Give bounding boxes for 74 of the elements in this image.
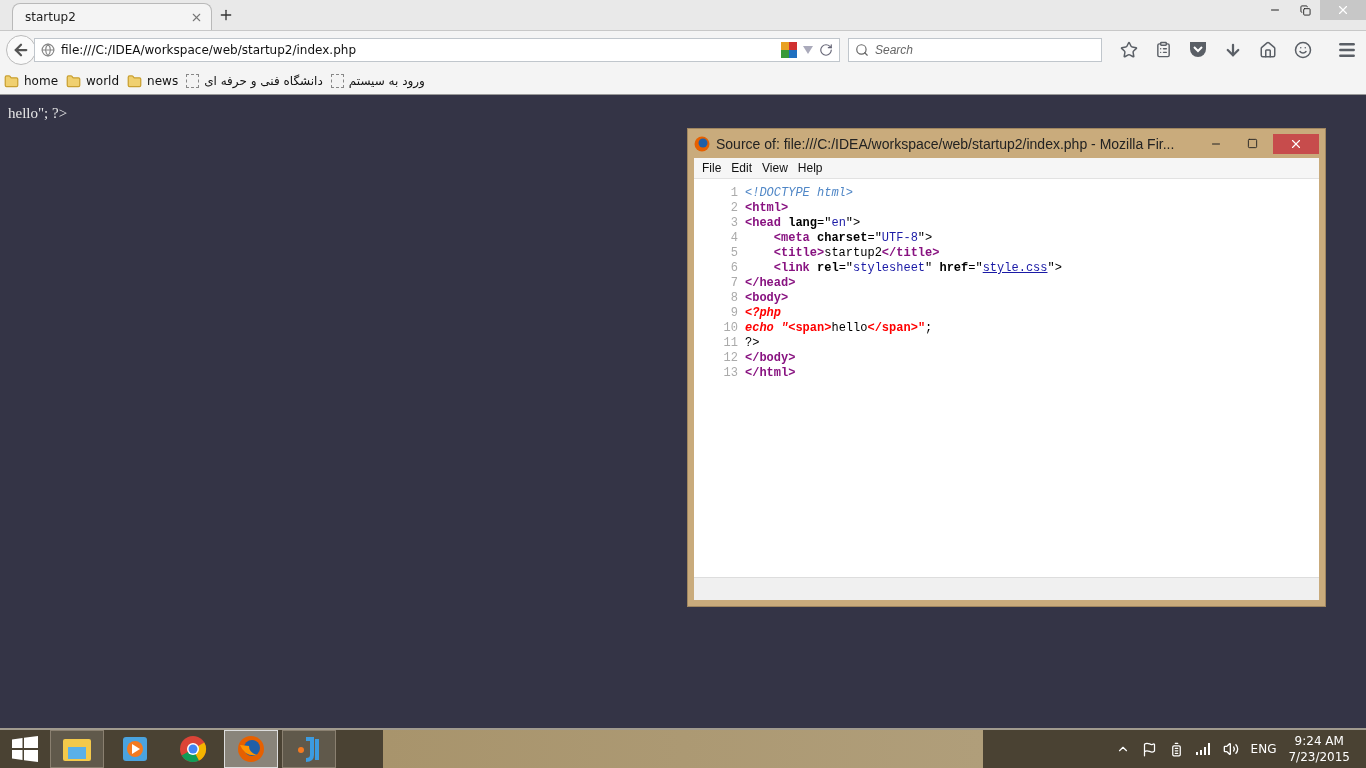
star-icon[interactable] bbox=[1120, 40, 1138, 59]
pocket-icon[interactable] bbox=[1189, 41, 1207, 58]
taskbar-app-button[interactable] bbox=[50, 730, 104, 768]
signal-icon[interactable] bbox=[1195, 743, 1211, 755]
code-line: </html> bbox=[745, 366, 797, 381]
line-number: 9 bbox=[729, 306, 738, 321]
clock-time[interactable]: 9:24 AM bbox=[1294, 733, 1344, 749]
line-number: 10 bbox=[722, 321, 738, 336]
code-line: echo "<span>hello</span>"; bbox=[745, 321, 934, 336]
home-icon[interactable] bbox=[1259, 40, 1277, 59]
new-tab-button[interactable] bbox=[218, 7, 234, 23]
code-line: </body> bbox=[745, 351, 797, 366]
line-number: 5 bbox=[729, 246, 738, 261]
reload-icon[interactable] bbox=[819, 42, 833, 57]
code-line: <title>startup2</title> bbox=[772, 246, 941, 261]
line-number: 8 bbox=[729, 291, 738, 306]
maximize-icon bbox=[1246, 138, 1258, 149]
bookmark-link[interactable]: ورود به سیستم bbox=[330, 74, 425, 88]
close-icon bbox=[1336, 3, 1350, 17]
code-line: ?> bbox=[745, 336, 761, 351]
address-bar[interactable]: file:///C:/IDEA/workspace/web/startup2/index.php bbox=[34, 37, 840, 62]
play-icon bbox=[122, 736, 148, 762]
bookmark-label: ورود به سیستم bbox=[348, 74, 425, 88]
back-button[interactable] bbox=[6, 34, 36, 65]
code-line: <link rel="stylesheet" href="style.css"> bbox=[772, 261, 1063, 276]
code-line: <body> bbox=[745, 291, 790, 306]
folder-icon bbox=[66, 73, 82, 89]
code-line: <head lang="en"> bbox=[745, 216, 862, 231]
line-number: 4 bbox=[729, 231, 738, 246]
flag-icon[interactable] bbox=[1141, 741, 1157, 757]
language-indicator[interactable]: ENG bbox=[1250, 742, 1277, 756]
menu-item[interactable]: Edit bbox=[729, 161, 755, 175]
line-number: 2 bbox=[729, 201, 738, 216]
line-number: 6 bbox=[729, 261, 738, 276]
line-number: 3 bbox=[729, 216, 738, 231]
window-title: Source of: file:///C:/IDEA/workspace/web/startup2/index.php - Mozilla Fir... bbox=[716, 135, 1176, 152]
firefox-icon bbox=[694, 135, 710, 152]
smiley-icon[interactable] bbox=[1294, 40, 1312, 59]
code-line: <?php bbox=[745, 306, 782, 321]
line-number: 7 bbox=[729, 276, 738, 291]
line-number: 12 bbox=[722, 351, 738, 366]
folder-icon bbox=[4, 73, 19, 89]
line-number: 1 bbox=[729, 186, 738, 201]
volume-icon[interactable] bbox=[1222, 741, 1239, 757]
bookmark-label: news bbox=[147, 74, 179, 88]
code-line: </head> bbox=[745, 276, 797, 291]
reading-list-icon[interactable] bbox=[1155, 41, 1172, 58]
line-number: 13 bbox=[722, 366, 738, 381]
page-icon bbox=[186, 74, 200, 88]
clock-date[interactable]: 7/23/2015 bbox=[1288, 749, 1350, 765]
firefox-icon bbox=[237, 735, 265, 763]
menu-item[interactable]: File bbox=[700, 161, 724, 175]
menu-item[interactable]: Help bbox=[795, 161, 825, 175]
code-line: <html> bbox=[745, 201, 790, 216]
bookmark-link[interactable]: world bbox=[66, 73, 120, 89]
menu-item[interactable]: View bbox=[760, 161, 790, 175]
search-field[interactable]: Search bbox=[848, 37, 1102, 62]
code-line: <!DOCTYPE html> bbox=[745, 186, 855, 201]
bookmark-label: world bbox=[86, 74, 120, 88]
bookmark-link[interactable]: news bbox=[127, 73, 179, 89]
code-line: <meta charset="UTF-8"> bbox=[772, 231, 934, 246]
line-number: 11 bbox=[722, 336, 738, 351]
chrome-icon bbox=[179, 735, 207, 763]
bookmark-label: home bbox=[24, 74, 59, 88]
browser-tab[interactable]: startup2 bbox=[12, 3, 212, 30]
windows-logo-icon bbox=[12, 736, 38, 762]
tiles-icon bbox=[781, 41, 797, 58]
globe-icon bbox=[41, 42, 55, 57]
search-icon bbox=[855, 42, 869, 57]
page-icon bbox=[330, 74, 344, 88]
bookmark-link[interactable]: home bbox=[4, 73, 59, 89]
page-text: hello"; ?> bbox=[8, 105, 68, 122]
restore-icon bbox=[1299, 4, 1311, 16]
folder-icon bbox=[127, 73, 143, 89]
